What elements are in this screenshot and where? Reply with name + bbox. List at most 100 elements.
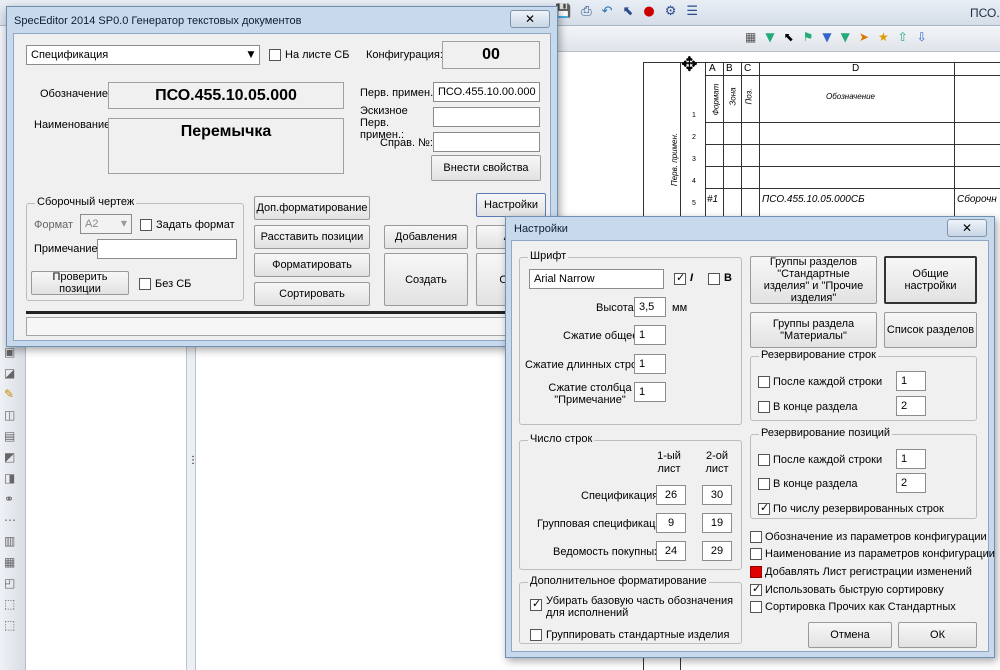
main-close-button[interactable]: ✕ — [510, 10, 550, 28]
rows-spec-other[interactable]: 30 — [702, 485, 732, 505]
panel-splitter[interactable] — [186, 340, 196, 670]
no-sb-checkbox[interactable] — [139, 278, 151, 290]
tool-icon[interactable]: ▦ — [4, 555, 22, 569]
cancel-button[interactable]: Отмена — [808, 622, 892, 648]
by-count-checkbox[interactable] — [758, 501, 770, 515]
tool-icon[interactable]: ✎ — [4, 387, 22, 401]
rows-purchased-first[interactable]: 24 — [656, 541, 686, 561]
on-sheet-checkbox[interactable] — [269, 49, 281, 61]
remove-base-checkbox[interactable] — [530, 597, 542, 611]
italic-checkbox[interactable] — [674, 271, 686, 285]
opt-registry-checkbox[interactable] — [750, 566, 762, 578]
opt-sort-other-checkbox[interactable] — [750, 601, 762, 613]
tool-icon[interactable]: ⋯ — [4, 513, 22, 527]
ref-field[interactable] — [433, 132, 540, 152]
tool-icon[interactable]: ▥ — [4, 534, 22, 548]
create-button[interactable]: Создать — [384, 253, 468, 306]
tool-icon[interactable]: ▣ — [4, 345, 22, 359]
up-icon[interactable]: ⇧ — [898, 30, 908, 48]
compress-field[interactable]: 1 — [634, 325, 666, 345]
splitter-grip[interactable]: ⋮ — [188, 455, 198, 466]
after-each-row-checkbox[interactable] — [758, 376, 770, 388]
after-each-row-field[interactable]: 1 — [896, 371, 926, 391]
section-end-field[interactable]: 2 — [896, 396, 926, 416]
sort-button[interactable]: Сортировать — [254, 282, 370, 306]
arrow-icon[interactable]: ➤ — [859, 30, 869, 48]
tool-icon[interactable]: ◰ — [4, 576, 22, 590]
place-positions-button[interactable]: Расставить позиции — [254, 225, 370, 249]
tool-icon[interactable]: ◨ — [4, 471, 22, 485]
col-compress-label: Сжатие столбца "Примечание" — [548, 382, 632, 406]
traffic-light-icon[interactable]: ● — [643, 4, 654, 22]
tool-icon[interactable]: ◩ — [4, 450, 22, 464]
cad-toolbar-2-icons[interactable]: ▦ ▼ ⬉ ⚑ ▼ ▼ ➤ ★ ⇧ ⇩ — [745, 30, 1000, 48]
chevron-down-icon[interactable]: ▼ — [244, 47, 258, 63]
pos-section-end-field[interactable]: 2 — [896, 473, 926, 493]
sections-list-button[interactable]: Список разделов — [884, 312, 977, 348]
select-icon[interactable]: ⬉ — [623, 4, 634, 22]
progress-bar — [26, 317, 546, 336]
section-end-checkbox[interactable] — [758, 401, 770, 413]
star-icon[interactable]: ★ — [878, 30, 889, 48]
after-each-pos-checkbox[interactable] — [758, 454, 770, 466]
general-settings-button[interactable]: Общие настройки — [884, 256, 977, 304]
chevron-down-icon[interactable]: ▼ — [118, 216, 130, 232]
opt-designation-checkbox[interactable] — [750, 531, 762, 543]
font-group-title: Шрифт — [528, 250, 569, 262]
first-use-field[interactable]: ПСО.455.10.00.000 — [433, 82, 540, 102]
apply-properties-button[interactable]: Внести свойства — [431, 155, 541, 181]
long-compress-field[interactable]: 1 — [634, 354, 666, 374]
tool-icon[interactable]: ◫ — [4, 408, 22, 422]
groups-materials-button[interactable]: Группы раздела "Материалы" — [750, 312, 877, 348]
after-each-pos-field[interactable]: 1 — [896, 449, 926, 469]
height-field[interactable]: 3,5 — [634, 297, 666, 317]
list-icon[interactable]: ☰ — [686, 4, 698, 22]
print-icon[interactable]: ⎙ — [581, 4, 591, 22]
format-button[interactable]: Форматировать — [254, 253, 370, 277]
rows-group-first[interactable]: 9 — [656, 513, 686, 533]
tool-icon[interactable]: ⬚ — [4, 597, 22, 611]
filter3-icon[interactable]: ▼ — [841, 30, 850, 48]
tool-icon[interactable]: ⬚ — [4, 618, 22, 632]
filter-icon[interactable]: ▼ — [765, 30, 774, 48]
cad-left-icons[interactable]: ▣ ◪ ✎ ◫ ▤ ◩ ◨ ⚭ ⋯ ▥ ▦ ◰ ⬚ ⬚ — [4, 345, 22, 665]
opt-fast-sort-label: Использовать быструю сортировку — [765, 584, 944, 596]
ok-button[interactable]: ОК — [898, 622, 977, 648]
set-format-checkbox[interactable] — [140, 219, 152, 231]
grid-icon[interactable]: ▦ — [745, 30, 756, 48]
cad-toolbar-icons[interactable]: 💾 ⎙ ↶ ⬉ ● ⚙ ☰ — [555, 4, 765, 22]
opt-name-checkbox[interactable] — [750, 548, 762, 560]
rows-group-other[interactable]: 19 — [702, 513, 732, 533]
tool-icon[interactable]: ◪ — [4, 366, 22, 380]
doc-type-select[interactable]: Спецификация — [26, 45, 260, 65]
col-compress-field[interactable]: 1 — [634, 382, 666, 402]
pointer-icon[interactable]: ⬉ — [784, 30, 794, 48]
groups-std-button[interactable]: Группы разделов "Стандартные изделия" и … — [750, 256, 877, 304]
rows-purchased-other[interactable]: 29 — [702, 541, 732, 561]
reserve-pos-title: Резервирование позиций — [759, 427, 893, 439]
opt-fast-sort-checkbox[interactable] — [750, 582, 762, 596]
pos-section-end-checkbox[interactable] — [758, 478, 770, 490]
note-field[interactable] — [97, 239, 237, 259]
rows-spec-first[interactable]: 26 — [656, 485, 686, 505]
bold-checkbox[interactable] — [708, 273, 720, 285]
options-icon[interactable]: ⚙ — [665, 4, 677, 22]
filter2-icon[interactable]: ▼ — [822, 30, 831, 48]
additions-button[interactable]: Добавления — [384, 225, 468, 249]
group-std-checkbox[interactable] — [530, 629, 542, 641]
tool-icon[interactable]: ⚭ — [4, 492, 22, 506]
move-handle-icon[interactable]: ✥ — [681, 52, 698, 76]
rows-label-purchased: Ведомость покупных — [553, 546, 660, 558]
settings-close-button[interactable]: ✕ — [947, 219, 987, 237]
font-field[interactable]: Arial Narrow — [529, 269, 664, 289]
grid-row-num: 4 — [692, 178, 696, 185]
flag-icon[interactable]: ⚑ — [803, 30, 814, 48]
extra-format-button[interactable]: Доп.форматирование — [254, 196, 370, 220]
opt-sort-other-label: Сортировка Прочих как Стандартных — [765, 601, 956, 613]
check-positions-button[interactable]: Проверить позиции — [31, 271, 129, 295]
undo-icon[interactable]: ↶ — [602, 4, 613, 22]
sketch-field[interactable] — [433, 107, 540, 127]
down-icon[interactable]: ⇩ — [917, 30, 927, 48]
tool-icon[interactable]: ▤ — [4, 429, 22, 443]
settings-button[interactable]: Настройки — [476, 193, 546, 217]
